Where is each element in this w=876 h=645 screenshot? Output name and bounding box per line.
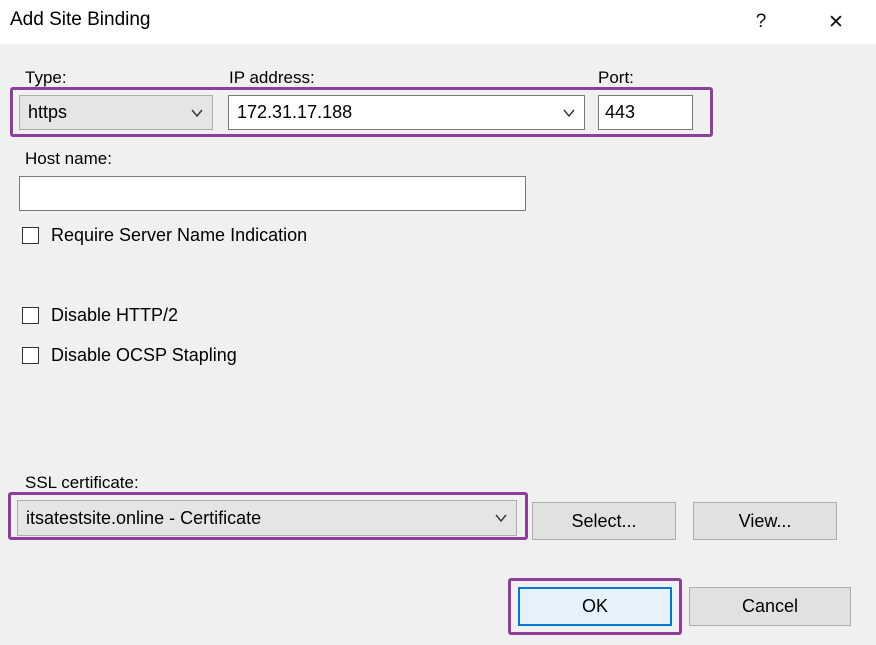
ip-address-value: 172.31.17.188 [237, 102, 353, 122]
ssl-certificate-value: itsatestsite.online - Certificate [26, 507, 262, 528]
ssl-certificate-dropdown[interactable]: itsatestsite.online - Certificate [17, 500, 517, 536]
ssl-certificate-label: SSL certificate: [25, 473, 139, 492]
disable-http2-label: Disable HTTP/2 [51, 305, 179, 325]
type-dropdown[interactable]: https [19, 95, 213, 130]
disable-ocsp-checkbox[interactable]: Disable OCSP Stapling [22, 345, 237, 366]
title-bar: Add Site Binding ? ✕ [0, 0, 876, 44]
ip-address-dropdown[interactable]: 172.31.17.188 [228, 95, 585, 130]
checkbox-box[interactable] [22, 347, 39, 364]
chevron-down-icon [495, 514, 507, 523]
help-icon: ? [755, 11, 767, 32]
close-button[interactable]: ✕ [808, 0, 864, 44]
cancel-button[interactable]: Cancel [689, 587, 851, 626]
require-sni-label: Require Server Name Indication [51, 225, 308, 245]
type-label: Type: [25, 68, 67, 87]
close-icon: ✕ [828, 11, 844, 33]
dialog-title: Add Site Binding [10, 9, 151, 30]
view-certificate-button[interactable]: View... [693, 502, 837, 540]
select-certificate-button[interactable]: Select... [532, 502, 676, 540]
help-button[interactable]: ? [733, 0, 789, 44]
port-input[interactable]: 443 [598, 95, 693, 130]
disable-http2-checkbox[interactable]: Disable HTTP/2 [22, 305, 178, 326]
disable-ocsp-label: Disable OCSP Stapling [51, 345, 237, 365]
port-label: Port: [598, 68, 634, 87]
checkbox-box[interactable] [22, 227, 39, 244]
port-value: 443 [605, 102, 636, 122]
ok-button[interactable]: OK [518, 587, 672, 626]
chevron-down-icon [563, 109, 575, 117]
host-name-label: Host name: [25, 149, 112, 168]
ip-address-label: IP address: [229, 68, 315, 87]
require-sni-checkbox[interactable]: Require Server Name Indication [22, 225, 307, 246]
host-name-input[interactable] [19, 176, 526, 211]
chevron-down-icon [191, 109, 203, 117]
type-dropdown-value: https [28, 102, 68, 122]
checkbox-box[interactable] [22, 307, 39, 324]
